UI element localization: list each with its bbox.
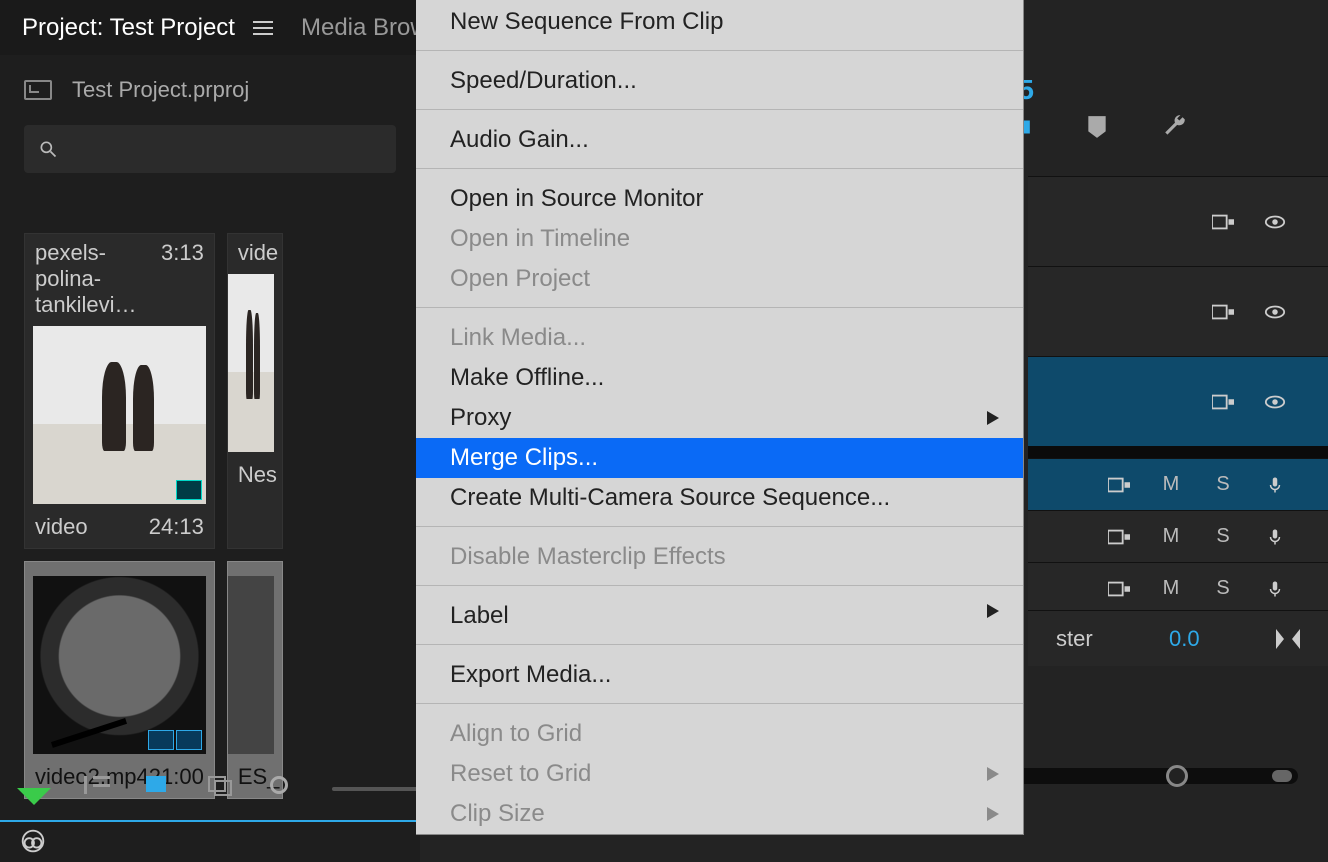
menu-item-disable-masterclip-effects: Disable Masterclip Effects [416, 526, 1023, 577]
audio-track-header[interactable]: M S [1028, 458, 1328, 510]
bin-grid: pexels-polina-tankilevi…3:13 video24:13 … [24, 233, 396, 799]
icon-view-button[interactable] [146, 776, 172, 802]
menu-item-reset-to-grid: Reset to Grid [416, 754, 1023, 794]
source-patch-icon[interactable] [1108, 476, 1130, 494]
track-divider [1028, 446, 1328, 458]
master-label: ster [1056, 626, 1093, 652]
menu-item-speed-duration[interactable]: Speed/Duration... [416, 50, 1023, 101]
menu-item-open-project: Open Project [416, 259, 1023, 299]
bin-foot-name: Nes [238, 462, 277, 488]
eye-icon[interactable] [1264, 303, 1286, 321]
timeline-header-tools [1006, 114, 1188, 140]
clip-context-menu: New Sequence From Clip Speed/Duration... A… [416, 0, 1024, 835]
bin-item[interactable]: vide Nes [227, 233, 283, 549]
bin-thumbnail [228, 576, 274, 754]
freeform-view-button[interactable] [208, 776, 234, 802]
solo-button[interactable]: S [1212, 577, 1234, 600]
clip-type-badge-icon [176, 480, 202, 500]
menu-item-link-media: Link Media... [416, 307, 1023, 358]
search-icon [38, 139, 58, 159]
bin-item[interactable]: video2.mp421:00 [24, 561, 215, 799]
zoom-handle-icon[interactable] [1166, 765, 1188, 787]
zoom-handle[interactable] [270, 776, 296, 802]
tab-project-label: Project: Test Project [22, 14, 235, 42]
bin-thumbnail [33, 576, 206, 754]
list-view-button[interactable] [84, 776, 110, 802]
video-track-header[interactable] [1028, 266, 1328, 356]
source-patch-icon[interactable] [1108, 528, 1130, 546]
pan-balance-icon[interactable] [1276, 629, 1300, 649]
project-filename: Test Project.prproj [72, 77, 249, 103]
master-level[interactable]: 0.0 [1169, 626, 1200, 652]
source-patch-icon[interactable] [1212, 393, 1234, 411]
menu-item-open-in-timeline: Open in Timeline [416, 219, 1023, 259]
source-patch-icon[interactable] [1212, 303, 1234, 321]
eye-icon[interactable] [1264, 393, 1286, 411]
solo-button[interactable]: S [1212, 473, 1234, 496]
menu-item-new-sequence-from-clip[interactable]: New Sequence From Clip [416, 0, 1023, 42]
source-patch-icon[interactable] [1108, 580, 1130, 598]
settings-wrench-icon[interactable] [1162, 114, 1188, 140]
eye-icon[interactable] [1264, 213, 1286, 231]
bin-thumbnail [33, 326, 206, 504]
project-breadcrumb[interactable]: Test Project.prproj [0, 55, 420, 111]
menu-item-make-offline[interactable]: Make Offline... [416, 358, 1023, 398]
video-track-header[interactable] [1028, 176, 1328, 266]
bin-item[interactable]: pexels-polina-tankilevi…3:13 video 24:13 [24, 233, 215, 549]
track-headers: M S M S M S [1028, 176, 1328, 614]
menu-item-create-multi-camera-source-sequence[interactable]: Create Multi-Camera Source Sequence... [416, 478, 1023, 518]
panel-menu-icon[interactable] [253, 21, 273, 35]
project-view-tools [22, 776, 452, 802]
voiceover-mic-icon[interactable] [1264, 476, 1286, 494]
bin-thumbnail [228, 274, 274, 452]
menu-item-label[interactable]: Label [416, 585, 1023, 636]
mute-button[interactable]: M [1160, 577, 1182, 600]
menu-item-clip-size: Clip Size [416, 794, 1023, 834]
new-item-button[interactable] [22, 776, 48, 802]
master-track-header[interactable]: ster 0.0 [1028, 610, 1328, 666]
clip-type-badge-icon [148, 730, 202, 750]
scroll-thumb[interactable] [1272, 770, 1292, 782]
menu-item-open-in-source-monitor[interactable]: Open in Source Monitor [416, 168, 1023, 219]
bin-item[interactable]: ES_ [227, 561, 283, 799]
menu-item-align-to-grid: Align to Grid [416, 703, 1023, 754]
source-patch-icon[interactable] [1212, 213, 1234, 231]
voiceover-mic-icon[interactable] [1264, 580, 1286, 598]
audio-track-header[interactable]: M S [1028, 510, 1328, 562]
bin-foot-name: video [35, 514, 88, 540]
creative-cloud-icon [18, 826, 48, 856]
menu-item-export-media[interactable]: Export Media... [416, 644, 1023, 695]
tab-media-browser-label: Media Brow [301, 14, 428, 42]
project-panel: Test Project.prproj pexels-polina-tankil… [0, 55, 420, 862]
panel-focus-indicator [0, 820, 420, 822]
tab-project[interactable]: Project: Test Project [22, 14, 301, 42]
bin-title: vide [238, 240, 278, 266]
video-track-header[interactable] [1028, 356, 1328, 446]
solo-button[interactable]: S [1212, 525, 1234, 548]
menu-item-merge-clips[interactable]: Merge Clips... [416, 438, 1023, 478]
bin-up-icon[interactable] [24, 80, 52, 100]
mute-button[interactable]: M [1160, 473, 1182, 496]
mute-button[interactable]: M [1160, 525, 1182, 548]
project-search[interactable] [24, 125, 396, 173]
marker-icon[interactable] [1084, 114, 1110, 140]
voiceover-mic-icon[interactable] [1264, 528, 1286, 546]
menu-item-audio-gain[interactable]: Audio Gain... [416, 109, 1023, 160]
audio-track-header[interactable]: M S [1028, 562, 1328, 614]
bin-foot-duration: 24:13 [149, 514, 204, 540]
bin-title: pexels-polina-tankilevi… [35, 240, 161, 318]
menu-item-proxy[interactable]: Proxy [416, 398, 1023, 438]
bin-head-duration: 3:13 [161, 240, 204, 318]
